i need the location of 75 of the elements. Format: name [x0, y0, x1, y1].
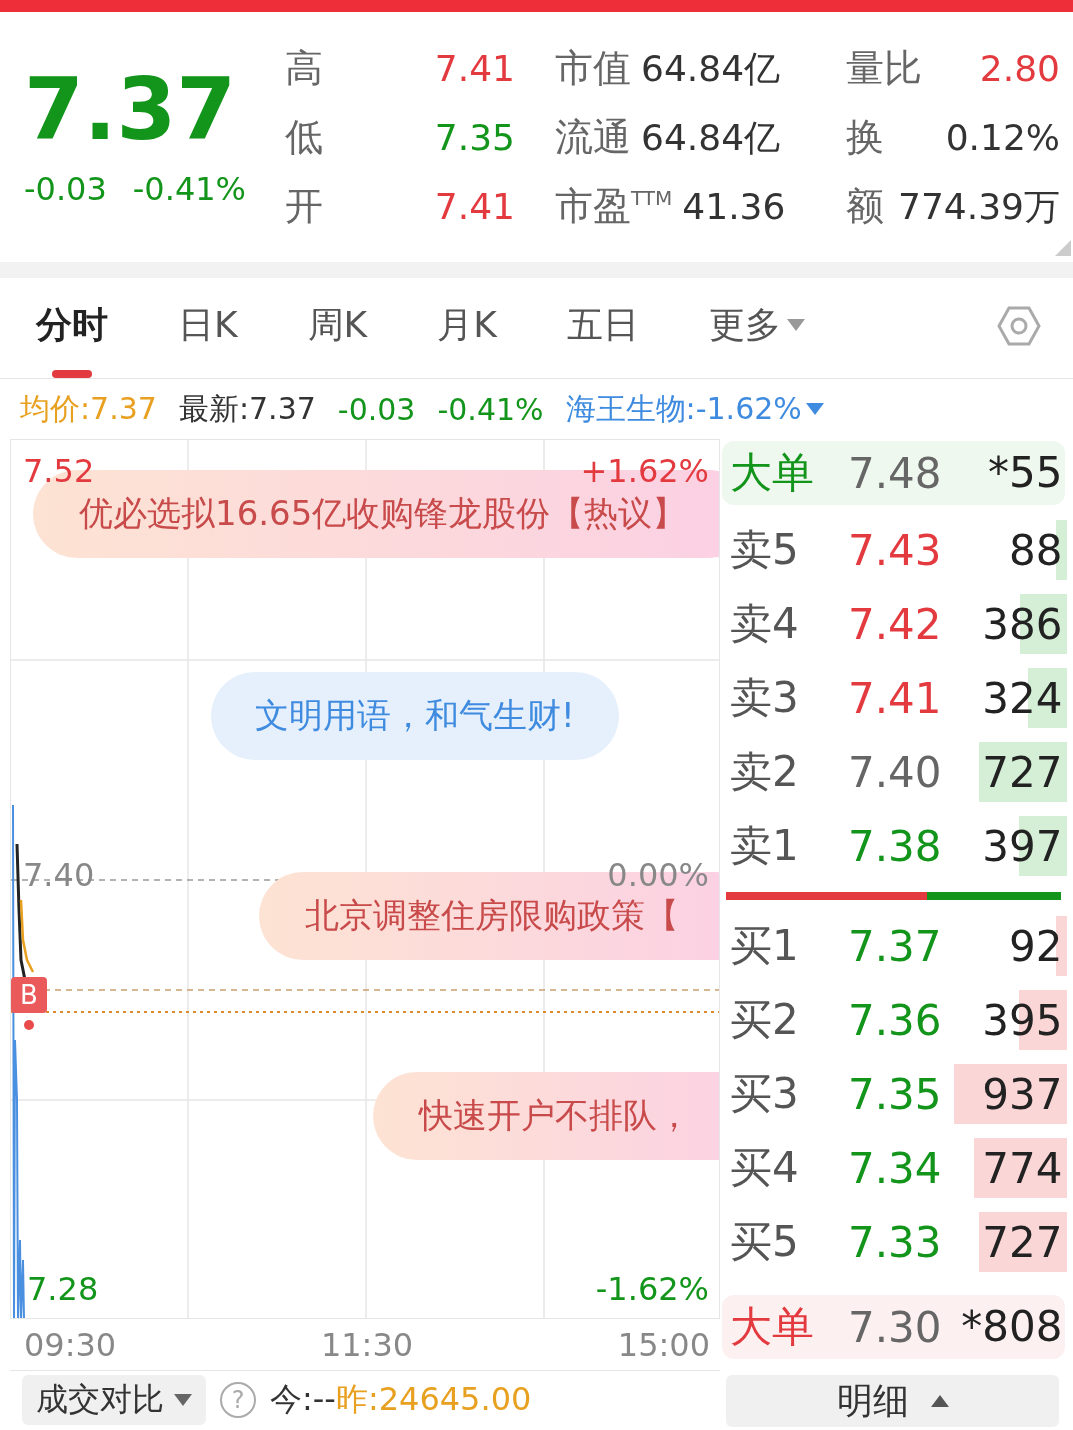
time-label: 11:30: [320, 1325, 414, 1364]
stat-value: 64.84亿: [641, 46, 781, 91]
stat-label: 高: [285, 44, 324, 92]
stat-value: 7.35: [433, 116, 515, 158]
trade-dot: [24, 1020, 34, 1030]
order-level-label: 买5: [730, 1216, 800, 1268]
order-volume: *808: [961, 1306, 1063, 1348]
current-price: 7.37: [24, 66, 237, 152]
average-price: 均价:7.37: [20, 389, 157, 428]
order-price: 7.30: [848, 1302, 942, 1352]
time-label: 15:00: [617, 1325, 710, 1364]
stat-label: 流通: [555, 113, 631, 161]
axis-label: -1.62%: [595, 1270, 709, 1308]
order-price: 7.36: [848, 995, 942, 1045]
chart-tab[interactable]: 月K: [437, 290, 497, 378]
order-level-label: 卖5: [730, 524, 800, 576]
stat-label: 额: [846, 182, 884, 230]
order-price: 7.35: [848, 1069, 942, 1119]
stat-value: 0.12%: [945, 116, 1060, 158]
caret-icon: [930, 1395, 949, 1407]
order-price: 7.40: [848, 747, 942, 797]
chart-tab[interactable]: 日K: [178, 290, 238, 378]
chart-tab[interactable]: 周K: [307, 290, 368, 378]
stat-value: 2.80: [979, 47, 1060, 89]
stat-label: 量比: [846, 44, 922, 92]
big-order-label: 大单: [730, 447, 815, 499]
stat-label: 市盈$^{TTM}$: [555, 182, 673, 230]
price-change: -0.03: [24, 170, 107, 208]
order-level-label: 卖3: [730, 672, 800, 724]
stat-label: 换: [846, 113, 884, 161]
order-level-label: 卖4: [730, 598, 800, 650]
order-level-label: 卖1: [730, 820, 800, 872]
stat-value: 7.41: [433, 185, 515, 227]
caret-icon: [174, 1394, 192, 1406]
chart-tab[interactable]: 分时: [36, 290, 108, 378]
order-price: 7.38: [848, 821, 942, 871]
caret-icon: [805, 403, 824, 415]
axis-label: 7.40: [23, 856, 95, 894]
stat-label: 开: [285, 182, 324, 230]
stat-value: 64.84亿: [641, 115, 781, 160]
time-label: 09:30: [24, 1325, 117, 1364]
order-price: 7.48: [848, 448, 942, 498]
settings-icon[interactable]: [997, 304, 1041, 348]
order-level-label: 买2: [730, 994, 800, 1046]
corner-icon[interactable]: [1055, 240, 1071, 256]
stat-label: 市值: [555, 44, 631, 92]
today-volume: 今:--: [270, 1379, 336, 1420]
stat-value: 7.41: [433, 47, 515, 89]
compare-dropdown[interactable]: 成交对比: [22, 1375, 206, 1425]
big-order-label: 大单: [730, 1301, 815, 1353]
news-banner[interactable]: 快速开户不排队，: [373, 1072, 719, 1160]
order-price: 7.43: [848, 525, 942, 575]
latest-price: 最新:7.37: [178, 389, 316, 428]
axis-label: 7.28: [27, 1270, 99, 1308]
order-price: 7.41: [848, 673, 942, 723]
stat-value: 774.39万: [898, 184, 1060, 229]
stat-label: 低: [285, 113, 324, 161]
order-price: 7.37: [848, 921, 942, 971]
order-price: 7.42: [848, 599, 942, 649]
sector-change[interactable]: 海王生物:-1.62%: [565, 388, 802, 430]
order-level-label: 买3: [730, 1068, 800, 1120]
order-price: 7.34: [848, 1143, 942, 1193]
chart-tab[interactable]: 更多: [708, 290, 805, 378]
order-level-label: 买1: [730, 920, 800, 972]
chart-tab[interactable]: 五日: [566, 290, 639, 378]
stat-value: 41.36: [682, 185, 786, 227]
percent-change: -0.41%: [437, 391, 544, 427]
order-price: 7.33: [848, 1217, 942, 1267]
order-level-label: 买4: [730, 1142, 800, 1194]
order-level-label: 卖2: [730, 746, 800, 798]
detail-button[interactable]: 明细: [726, 1375, 1059, 1427]
percent-change: -0.41%: [132, 170, 246, 208]
yesterday-volume: 昨:24645.00: [335, 1379, 532, 1420]
order-volume: *55: [988, 452, 1063, 494]
price-change: -0.03: [337, 391, 416, 427]
